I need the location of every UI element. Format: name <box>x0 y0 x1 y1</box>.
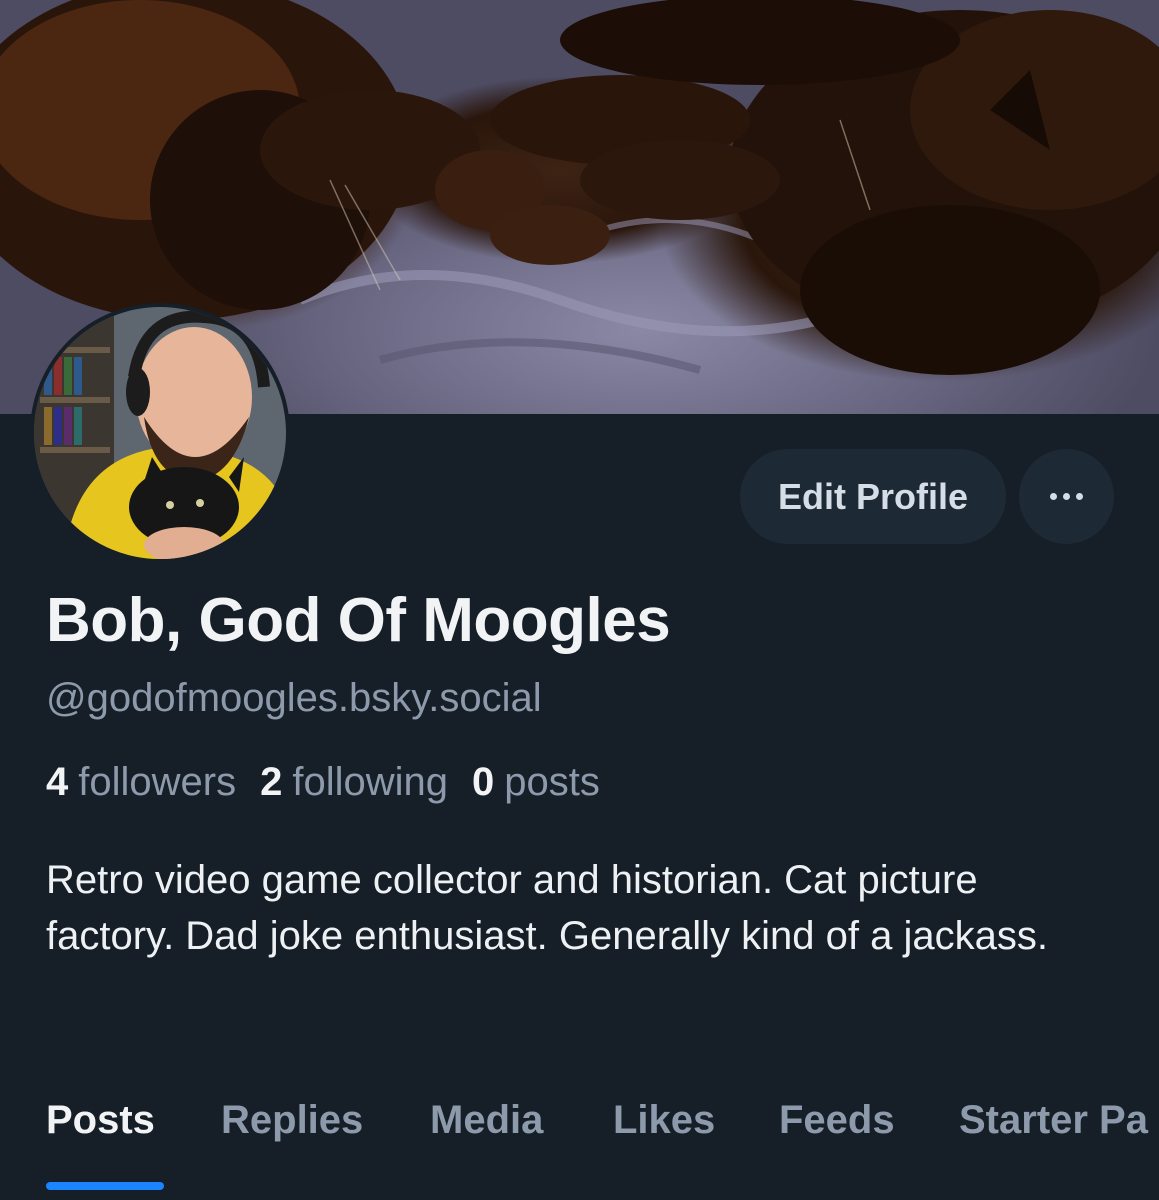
edit-profile-button[interactable]: Edit Profile <box>740 449 1006 544</box>
profile-stats: 4 followers 2 following 0 posts <box>46 760 600 805</box>
tab-starter-packs[interactable]: Starter Pa <box>959 1098 1148 1143</box>
tab-posts[interactable]: Posts <box>46 1098 155 1143</box>
following-count: 2 <box>260 760 283 804</box>
active-tab-indicator <box>46 1182 164 1190</box>
tab-likes[interactable]: Likes <box>613 1098 715 1143</box>
posts-label: posts <box>504 760 600 804</box>
posts-count: 0 <box>472 760 495 804</box>
followers-count: 4 <box>46 760 69 804</box>
more-horizontal-icon <box>1050 493 1083 500</box>
tab-feeds[interactable]: Feeds <box>779 1098 895 1143</box>
profile-display-name: Bob, God Of Moogles <box>46 586 671 655</box>
avatar[interactable] <box>30 303 290 563</box>
profile-page: Edit Profile Bob, God Of Moogles @godofm… <box>0 0 1159 1200</box>
edit-profile-label: Edit Profile <box>777 475 969 517</box>
followers-link[interactable]: 4 followers <box>46 760 236 805</box>
profile-tabs: Posts Replies Media Likes Feeds Starter … <box>0 1098 1159 1200</box>
more-options-button[interactable] <box>1019 449 1114 544</box>
profile-handle: @godofmoogles.bsky.social <box>46 676 542 720</box>
following-label: following <box>292 760 448 804</box>
following-link[interactable]: 2 following <box>260 760 448 805</box>
posts-stat: 0 posts <box>472 760 600 805</box>
followers-label: followers <box>78 760 237 804</box>
tab-replies[interactable]: Replies <box>221 1098 363 1143</box>
tab-media[interactable]: Media <box>430 1098 543 1143</box>
avatar-photo <box>34 307 286 559</box>
profile-bio: Retro video game collector and historian… <box>46 858 1048 958</box>
